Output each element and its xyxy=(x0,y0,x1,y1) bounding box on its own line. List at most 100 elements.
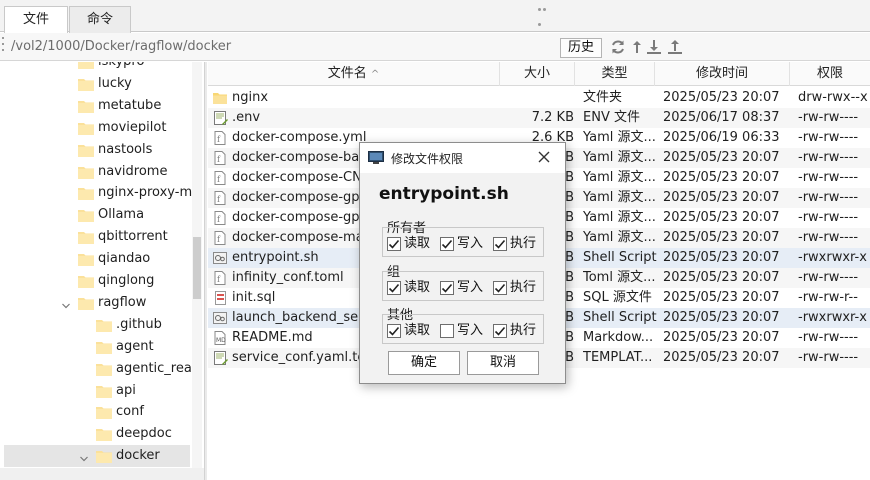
pane-splitter[interactable] xyxy=(204,62,207,480)
tree-item[interactable]: .github xyxy=(0,314,192,336)
tree-item[interactable]: agentic_reas xyxy=(0,358,199,380)
file-modified-time: 2025/05/23 20:07 xyxy=(663,290,780,305)
file-modified-time: 2025/06/19 06:33 xyxy=(663,130,780,145)
file-row[interactable]: nginx 文件夹 2025/05/23 20:07 drw-rwx--x xyxy=(208,88,870,108)
tree-item[interactable]: navidrome xyxy=(0,161,192,183)
checkbox-checked-icon[interactable] xyxy=(493,237,507,251)
checkbox-checked-icon[interactable] xyxy=(387,281,401,295)
file-row[interactable]: .env 7.2 KB ENV 文件 2025/06/17 08:37 -rw-rw--… xyxy=(208,108,870,128)
file-type: Yaml 源文... xyxy=(583,170,656,185)
file-type: Yaml 源文... xyxy=(583,230,656,245)
refresh-icon[interactable] xyxy=(610,39,626,55)
file-permissions: -rw-rw---- xyxy=(798,330,859,345)
text-file-icon: f xyxy=(212,190,228,206)
tree-item-label: nastools xyxy=(98,141,153,157)
tree-item-label: qinglong xyxy=(98,273,155,288)
file-permissions: -rw-rw---- xyxy=(798,230,859,245)
tree-item[interactable]: ragflow xyxy=(0,292,192,314)
checkbox-checked-icon[interactable] xyxy=(387,324,401,338)
tree-item-label: metatube xyxy=(98,97,162,113)
tree-item[interactable]: agent xyxy=(0,336,192,358)
file-modified-time: 2025/05/23 20:07 xyxy=(663,150,780,165)
tree-item[interactable]: conf xyxy=(0,401,192,423)
tree-item-label: agent xyxy=(116,338,154,354)
tab-commands[interactable]: 命令 xyxy=(69,6,131,33)
file-modified-time: 2025/05/23 20:07 xyxy=(663,90,780,105)
folder-icon xyxy=(78,165,94,179)
tree-scrollbar-thumb[interactable] xyxy=(193,237,201,299)
file-type: Shell Script xyxy=(583,310,657,325)
up-arrow-icon[interactable] xyxy=(629,39,645,55)
tree-item[interactable]: nginx-proxy-ma xyxy=(0,182,200,204)
checkbox-checked-icon[interactable] xyxy=(387,237,401,251)
file-type: Markdow... xyxy=(583,330,654,345)
checkbox-checked-icon[interactable] xyxy=(493,324,507,338)
dialog-filename: entrypoint.sh xyxy=(379,184,509,204)
path-input[interactable]: /vol2/1000/Docker/ragflow/docker xyxy=(11,39,231,54)
file-type: Yaml 源文... xyxy=(583,210,656,225)
download-icon[interactable] xyxy=(646,39,662,55)
text-file-icon: f xyxy=(212,210,228,226)
cancel-button[interactable]: 取消 xyxy=(467,351,539,375)
column-header-type[interactable]: 类型 xyxy=(575,62,655,86)
tree-item[interactable]: Ollama xyxy=(0,204,192,226)
checkbox-label: 执行 xyxy=(510,236,537,251)
checkbox-checked-icon[interactable] xyxy=(440,237,454,251)
drag-grip-icon[interactable] xyxy=(538,0,552,26)
tree-item[interactable]: nastools xyxy=(0,139,192,161)
tree-horizontal-scrollbar[interactable] xyxy=(0,468,204,480)
file-permissions: -rw-rw---- xyxy=(798,110,859,125)
folder-icon xyxy=(96,427,112,442)
file-permissions: -rw-rw---- xyxy=(798,170,859,185)
folder-icon xyxy=(78,252,94,267)
text-file-icon: f xyxy=(212,270,228,286)
tree-item[interactable]: moviepilot xyxy=(0,117,192,139)
ok-button[interactable]: 确定 xyxy=(388,351,460,375)
column-header-time[interactable]: 修改时间 xyxy=(655,62,790,86)
upload-icon[interactable] xyxy=(667,39,683,55)
folder-tree: iskypro lucky metatube moviepilot nastools na… xyxy=(0,62,204,480)
close-icon[interactable] xyxy=(536,149,552,165)
tree-item[interactable]: deepdoc xyxy=(0,423,192,445)
change-permissions-dialog: 修改文件权限 entrypoint.sh 所有者 读取 写入 执行组读取 写入 执行 其他读… xyxy=(359,142,566,384)
sort-ascending-icon: ^ xyxy=(370,69,380,80)
tree-item[interactable]: api xyxy=(0,380,192,402)
file-modified-time: 2025/05/23 20:07 xyxy=(663,210,780,225)
tree-item[interactable]: metatube xyxy=(0,95,192,117)
tree-item[interactable]: qbittorrent xyxy=(0,226,192,248)
tree-item[interactable]: iskypro xyxy=(0,62,192,73)
chevron-down-icon[interactable] xyxy=(79,450,89,462)
checkbox-unchecked-icon[interactable] xyxy=(440,324,454,338)
tree-item-label: lucky xyxy=(98,75,132,91)
column-header-size[interactable]: 大小 xyxy=(500,62,575,86)
tree-item[interactable]: qinglong xyxy=(0,270,192,292)
tree-item[interactable]: docker xyxy=(4,445,190,468)
folder-icon xyxy=(78,296,94,310)
folder-icon xyxy=(78,143,94,157)
history-button[interactable]: 历史 xyxy=(560,38,602,58)
checkbox-checked-icon[interactable] xyxy=(493,281,507,295)
file-modified-time: 2025/05/23 20:07 xyxy=(663,250,780,265)
chevron-down-icon[interactable] xyxy=(61,297,71,309)
file-permissions: -rw-rw---- xyxy=(798,190,859,205)
file-permissions: -rwxrwxr-x xyxy=(798,310,867,325)
column-header-name[interactable]: 文件名 ^ xyxy=(208,62,500,86)
tab-files[interactable]: 文件 xyxy=(4,6,68,33)
file-modified-time: 2025/05/23 20:07 xyxy=(663,190,780,205)
tree-item[interactable]: lucky xyxy=(0,73,192,95)
tree-item[interactable]: qiandao xyxy=(0,248,192,270)
folder-icon xyxy=(96,340,112,354)
folder-icon xyxy=(96,449,112,464)
resize-handle-icon[interactable] xyxy=(1,37,5,57)
folder-icon xyxy=(212,90,228,106)
file-type: SQL 源文件 xyxy=(583,290,652,305)
tree-item-label: qiandao xyxy=(98,251,151,267)
tree-item-label: ragflow xyxy=(98,294,147,310)
file-type: TEMPLAT... xyxy=(583,350,653,365)
column-header-permissions[interactable]: 权限 xyxy=(790,62,870,86)
svg-text:MD: MD xyxy=(216,337,226,344)
checkbox-label: 执行 xyxy=(510,280,537,295)
tree-scrollbar[interactable] xyxy=(192,62,202,480)
checkbox-checked-icon[interactable] xyxy=(440,281,454,295)
file-list-header: 文件名 ^ 大小 类型 修改时间 权限 xyxy=(208,62,870,86)
